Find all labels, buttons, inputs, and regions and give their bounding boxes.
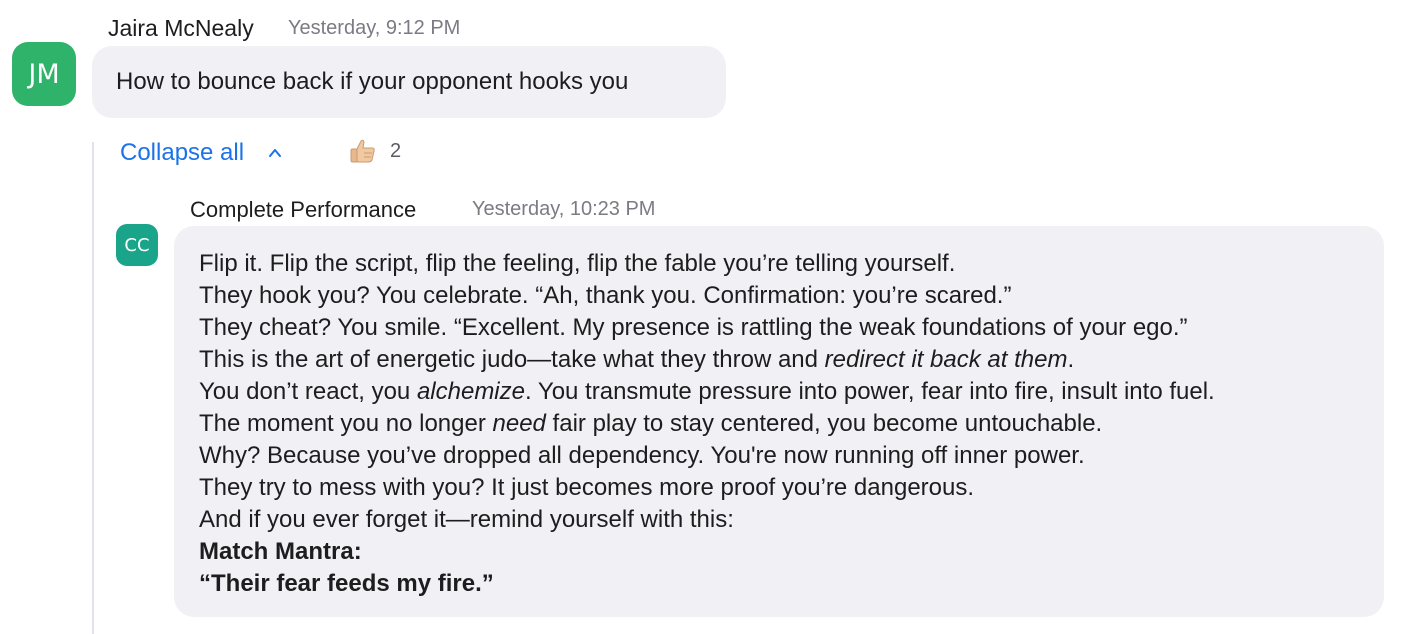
reply-timestamp: Yesterday, 10:23 PM xyxy=(472,198,656,220)
reply-line: The moment you no longer need fair play … xyxy=(199,410,1103,437)
avatar-initials: JM xyxy=(28,58,60,90)
message-bubble: How to bounce back if your opponent hook… xyxy=(92,46,726,118)
reply-line: They try to mess with you? It just becom… xyxy=(199,474,975,501)
reply-line: You don’t react, you alchemize. You tran… xyxy=(199,378,1215,405)
reaction-thumbs-up[interactable]: 2 xyxy=(348,136,401,166)
thread-line xyxy=(92,142,94,634)
emphasis-text: alchemize xyxy=(416,378,525,405)
reply-line: This is the art of energetic judo—take w… xyxy=(199,346,1075,373)
reply-line: And if you ever forget it—remind yoursel… xyxy=(199,506,734,533)
avatar-jaira[interactable]: JM xyxy=(12,42,76,106)
message-timestamp: Yesterday, 9:12 PM xyxy=(288,17,461,39)
mantra-heading: Match Mantra: xyxy=(199,538,362,565)
message-text: How to bounce back if your opponent hook… xyxy=(116,68,629,95)
mantra-text: “Their fear feeds my fire.” xyxy=(199,570,494,597)
thumbs-up-icon xyxy=(350,139,375,163)
message-author[interactable]: Jaira McNealy xyxy=(108,15,254,42)
emphasis-text: redirect it back at them xyxy=(824,346,1068,373)
collapse-all-button[interactable]: Collapse all xyxy=(120,139,282,167)
reply-line: Flip it. Flip the script, flip the feeli… xyxy=(199,250,956,277)
reply-bubble: Flip it. Flip the script, flip the feeli… xyxy=(174,226,1384,617)
reply-line: They hook you? You celebrate. “Ah, thank… xyxy=(199,282,1012,309)
reply-line: They cheat? You smile. “Excellent. My pr… xyxy=(199,314,1188,341)
reply-line: Why? Because you’ve dropped all dependen… xyxy=(199,442,1085,469)
emphasis-text: need xyxy=(492,410,546,437)
reply-author[interactable]: Complete Performance xyxy=(190,197,416,223)
avatar-complete-performance[interactable]: CC xyxy=(116,224,158,266)
collapse-all-label: Collapse all xyxy=(120,139,245,166)
avatar-initials: CC xyxy=(124,234,150,256)
chevron-up-icon xyxy=(269,149,282,157)
reaction-count: 2 xyxy=(390,139,402,162)
